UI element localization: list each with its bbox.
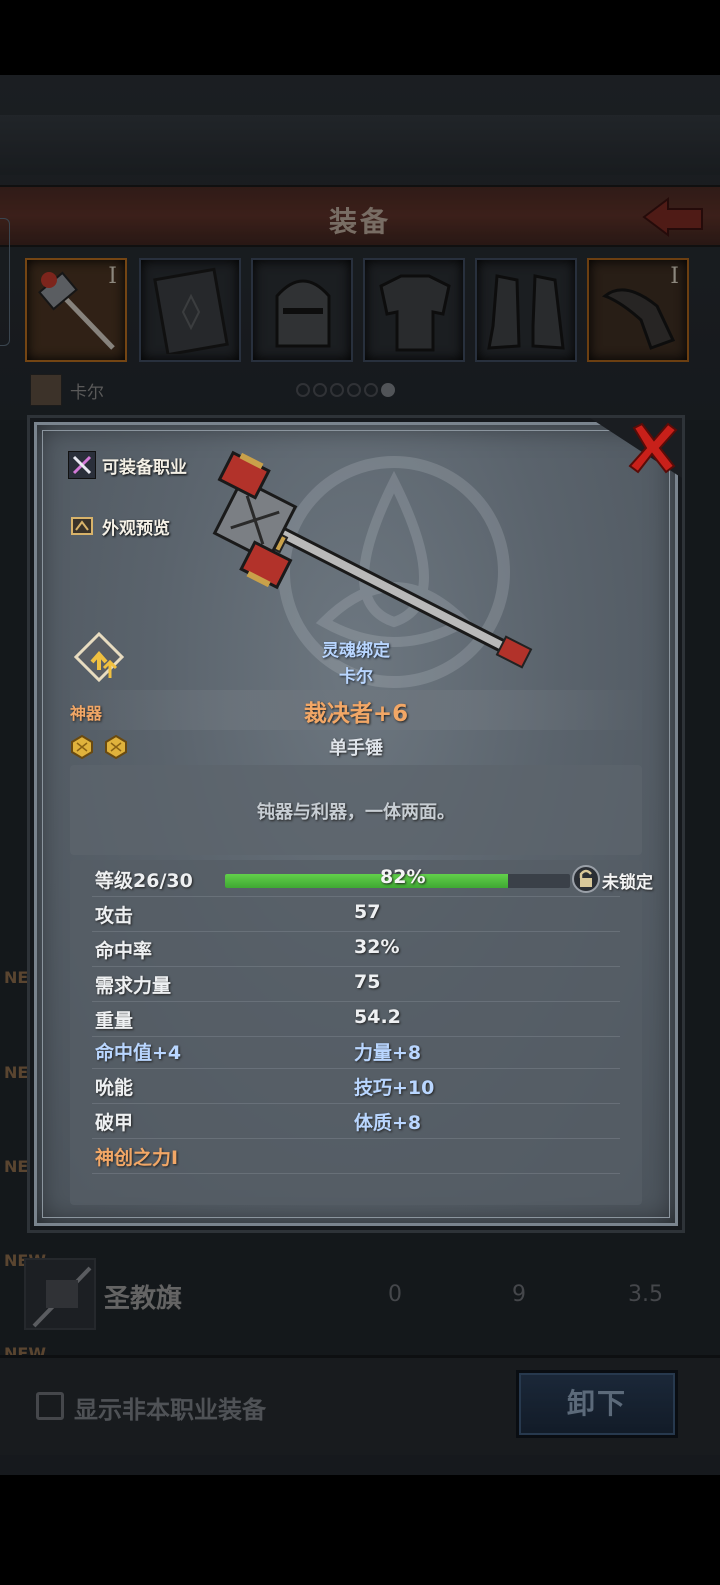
stat-bonus: 体质+8 bbox=[354, 1112, 422, 1134]
stat-name: 攻击 bbox=[95, 905, 134, 927]
stat-row: 命中率 32% bbox=[92, 932, 620, 967]
stat-row: 重量 54.2 bbox=[92, 1002, 620, 1037]
stat-value: 75 bbox=[354, 971, 381, 993]
stat-name: 重量 bbox=[95, 1010, 134, 1032]
gem-icon[interactable] bbox=[104, 735, 128, 759]
description-box: 钝器与利器，一体两面。 bbox=[70, 765, 642, 855]
appearance-preview-button[interactable]: 外观预览 bbox=[68, 512, 170, 540]
soul-bound-label: 灵魂绑定 bbox=[322, 641, 390, 661]
xp-percent: 82% bbox=[380, 866, 426, 888]
equip-class-button[interactable]: 可装备职业 bbox=[68, 451, 187, 479]
lock-icon[interactable] bbox=[572, 865, 600, 893]
stat-row: 攻击 57 bbox=[92, 897, 620, 932]
stat-name: 需求力量 bbox=[95, 975, 172, 997]
stat-row: 命中值+4 力量+8 bbox=[92, 1034, 620, 1069]
stat-row: 神创之力I bbox=[92, 1139, 620, 1174]
close-x-icon[interactable] bbox=[590, 418, 682, 478]
stat-row: 破甲 体质+8 bbox=[92, 1104, 620, 1139]
stat-trait: 吮能 bbox=[95, 1077, 134, 1099]
gem-icon[interactable] bbox=[70, 735, 94, 759]
artifact-power: 神创之力I bbox=[95, 1147, 179, 1169]
item-name: 裁决者+6 bbox=[303, 701, 409, 727]
xp-bar-fill bbox=[225, 874, 508, 888]
stat-value: 54.2 bbox=[354, 1006, 401, 1028]
stat-value: 57 bbox=[354, 901, 381, 923]
rarity-label: 神器 bbox=[70, 704, 103, 723]
stat-value: 32% bbox=[354, 936, 400, 958]
soul-bound-owner: 卡尔 bbox=[339, 667, 373, 687]
crossed-weapons-icon bbox=[68, 451, 96, 479]
item-description: 钝器与利器，一体两面。 bbox=[257, 802, 455, 823]
stat-trait: 破甲 bbox=[95, 1112, 134, 1134]
level-label: 等级26/30 bbox=[95, 870, 193, 892]
level-row: 等级26/30 82% 未锁定 bbox=[92, 862, 653, 897]
stats-box: 等级26/30 82% 未锁定 攻击 57 命中率 32% 需求力量 75 重量… bbox=[70, 860, 653, 1205]
stat-row: 需求力量 75 bbox=[92, 967, 620, 1002]
stat-row: 吮能 技巧+10 bbox=[92, 1069, 620, 1104]
appearance-preview-label: 外观预览 bbox=[102, 518, 170, 539]
lock-status: 未锁定 bbox=[602, 873, 653, 893]
stat-bonus: 力量+8 bbox=[354, 1042, 422, 1064]
stat-bonus: 技巧+10 bbox=[354, 1077, 435, 1099]
stat-bonus: 命中值+4 bbox=[95, 1042, 182, 1064]
item-type: 单手锤 bbox=[329, 738, 383, 759]
gem-slots bbox=[70, 735, 133, 763]
stat-name: 命中率 bbox=[95, 940, 153, 962]
upgrade-arrow-icon[interactable] bbox=[74, 632, 124, 684]
equip-class-label: 可装备职业 bbox=[102, 457, 187, 478]
appearance-preview-icon bbox=[71, 517, 93, 535]
